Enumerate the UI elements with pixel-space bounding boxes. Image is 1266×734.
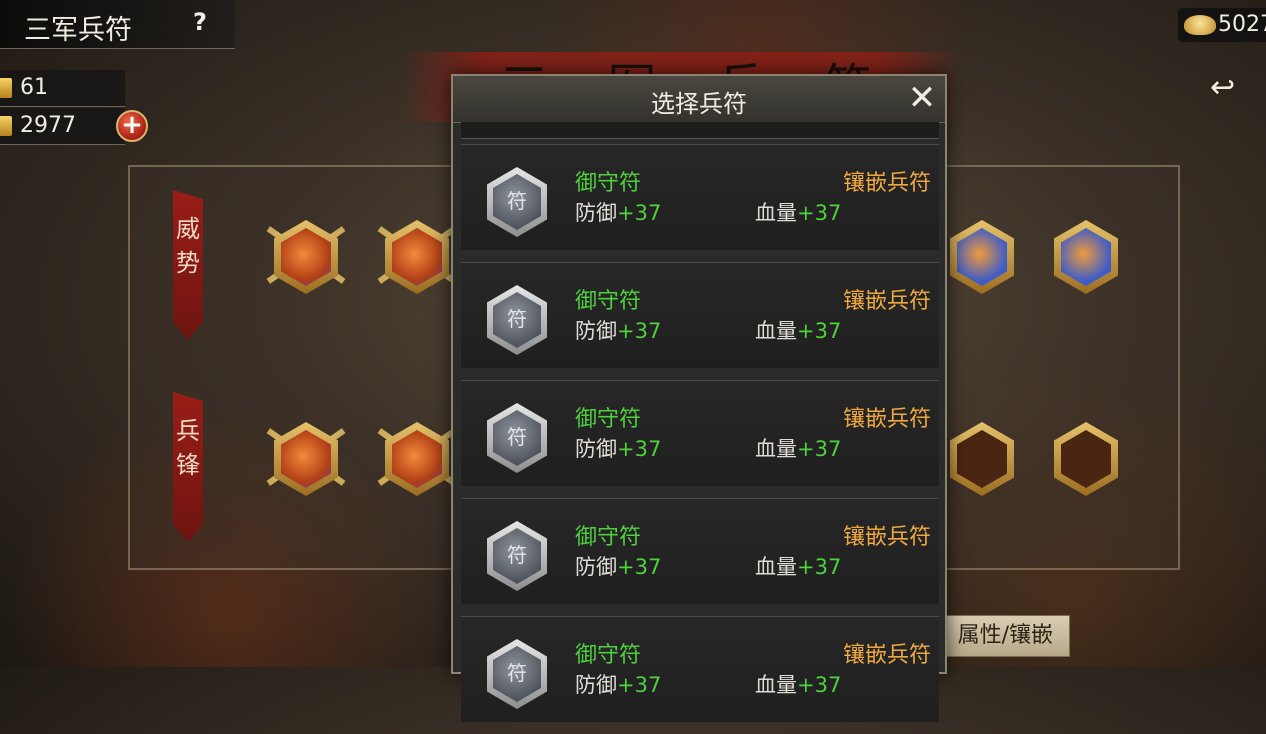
- badge-glyph: 符: [507, 425, 527, 449]
- token-slot[interactable]: [1044, 212, 1128, 304]
- gold-counter: 5027: [1178, 8, 1266, 42]
- badge-glyph: 符: [507, 661, 527, 685]
- token-name: 御守符: [575, 407, 642, 432]
- inlay-button[interactable]: 镶嵌兵符: [843, 165, 931, 197]
- token-name: 御守符: [575, 289, 642, 314]
- stamina-counter: 61: [0, 70, 125, 107]
- list-item: 符 御守符 镶嵌兵符 防御+37 血量+37: [461, 144, 939, 250]
- stamina-icon: [0, 78, 12, 98]
- token-counter: 2977: [0, 108, 125, 145]
- stat-value: +37: [617, 437, 662, 461]
- list-item: 符 御守符 镶嵌兵符 防御+37 血量+37: [461, 262, 939, 368]
- dialog-header: 选择兵符 ✕: [453, 76, 945, 123]
- defense-stat: 防御+37: [575, 197, 661, 227]
- defense-stat: 防御+37: [575, 433, 661, 463]
- list-top-divider: [461, 122, 939, 139]
- token-list: 符 御守符 镶嵌兵符 防御+37 血量+37 符 御守符 镶嵌兵符 防御+37 …: [461, 144, 939, 734]
- hp-stat: 血量+37: [755, 551, 841, 581]
- inlay-button[interactable]: 镶嵌兵符: [843, 401, 931, 433]
- stat-label: 防御: [575, 673, 617, 697]
- token-icon: [0, 116, 12, 136]
- empty-token-slot[interactable]: [1044, 414, 1128, 506]
- stat-value: +37: [797, 437, 842, 461]
- stat-label: 血量: [755, 319, 797, 343]
- stat-value: +37: [797, 673, 842, 697]
- inlay-button[interactable]: 镶嵌兵符: [843, 637, 931, 669]
- token-slot[interactable]: [940, 212, 1024, 304]
- stamina-value: 61: [20, 75, 48, 100]
- token-value: 2977: [20, 113, 76, 138]
- stat-label: 血量: [755, 673, 797, 697]
- page-title: 三军兵符: [24, 15, 132, 46]
- hp-stat: 血量+37: [755, 197, 841, 227]
- stat-label: 防御: [575, 319, 617, 343]
- inlay-button[interactable]: 镶嵌兵符: [843, 283, 931, 315]
- badge-glyph: 符: [507, 543, 527, 567]
- token-name: 御守符: [575, 643, 642, 668]
- list-item: 符 御守符 镶嵌兵符 防御+37 血量+37: [461, 498, 939, 604]
- stat-label: 血量: [755, 201, 797, 225]
- stat-value: +37: [797, 319, 842, 343]
- close-icon[interactable]: ✕: [905, 81, 939, 116]
- stat-label: 防御: [575, 201, 617, 225]
- back-button[interactable]: ↩: [1210, 70, 1266, 106]
- defense-stat: 防御+37: [575, 669, 661, 699]
- stat-value: +37: [797, 555, 842, 579]
- gold-ingot-icon: [1184, 15, 1216, 35]
- stat-label: 防御: [575, 555, 617, 579]
- inlay-button[interactable]: 镶嵌兵符: [843, 519, 931, 551]
- title-bar: 三军兵符 ?: [0, 0, 235, 49]
- token-slot[interactable]: [375, 414, 459, 506]
- stat-value: +37: [617, 673, 662, 697]
- list-item: 符 御守符 镶嵌兵符 防御+37 血量+37: [461, 380, 939, 486]
- attribute-inlay-tab[interactable]: 属性/镶嵌: [944, 615, 1070, 657]
- row-tag-bingfeng: 兵锋: [173, 392, 203, 542]
- defense-stat: 防御+37: [575, 551, 661, 581]
- token-name: 御守符: [575, 171, 642, 196]
- badge-glyph: 符: [507, 307, 527, 331]
- token-slot[interactable]: [375, 212, 459, 304]
- stat-value: +37: [617, 201, 662, 225]
- token-name: 御守符: [575, 525, 642, 550]
- hp-stat: 血量+37: [755, 433, 841, 463]
- select-token-dialog: 选择兵符 ✕ 符 御守符 镶嵌兵符 防御+37 血量+37 符 御守符 镶嵌兵符…: [451, 74, 947, 722]
- stat-value: +37: [617, 555, 662, 579]
- token-slot[interactable]: [264, 212, 348, 304]
- defense-stat: 防御+37: [575, 315, 661, 345]
- stat-label: 血量: [755, 555, 797, 579]
- gold-value: 5027: [1218, 12, 1266, 37]
- hp-stat: 血量+37: [755, 669, 841, 699]
- dialog-title: 选择兵符: [651, 90, 747, 118]
- badge-glyph: 符: [507, 189, 527, 213]
- hp-stat: 血量+37: [755, 315, 841, 345]
- stat-label: 防御: [575, 437, 617, 461]
- token-slot[interactable]: [264, 414, 348, 506]
- list-item: 符 御守符 镶嵌兵符 防御+37 血量+37: [461, 616, 939, 722]
- row-tag-weishi: 威势: [173, 190, 203, 340]
- stat-value: +37: [797, 201, 842, 225]
- help-button[interactable]: ?: [193, 8, 207, 36]
- add-tokens-button[interactable]: +: [116, 110, 148, 142]
- empty-token-slot[interactable]: [940, 414, 1024, 506]
- stat-value: +37: [617, 319, 662, 343]
- stat-label: 血量: [755, 437, 797, 461]
